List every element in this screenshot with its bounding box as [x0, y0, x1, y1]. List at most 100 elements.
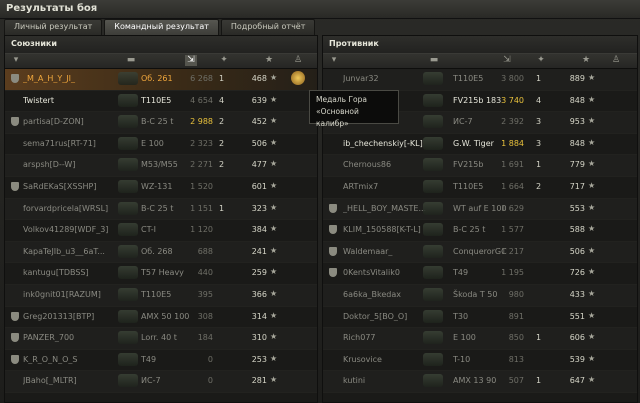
- table-row[interactable]: Greg201313[BTP] AMX 50 100 308 314 ★: [5, 307, 317, 329]
- xp-value: 601: [251, 181, 267, 191]
- tank-name: G.W. Tiger: [453, 138, 494, 148]
- tank-icon: [423, 136, 443, 150]
- star-icon: ★: [588, 202, 596, 212]
- tank-name: B-C 25 t: [141, 203, 174, 213]
- table-row[interactable]: ink0gnit01[RAZUM] T110E5 395 366 ★: [5, 285, 317, 307]
- damage-value: 0: [207, 354, 213, 364]
- tank-name: AMX 13 90: [453, 376, 497, 386]
- tank-sort-icon[interactable]: ▬: [428, 55, 440, 66]
- medal-icon[interactable]: [291, 71, 305, 85]
- tank-name: M53/M55: [141, 160, 178, 170]
- table-row[interactable]: PANZER_700 Lorr. 40 t 184 310 ★: [5, 328, 317, 350]
- xp-value: 848: [569, 95, 585, 105]
- damage-value: 813: [508, 354, 524, 364]
- xp-value: 539: [569, 354, 585, 364]
- star-icon: ★: [588, 73, 596, 82]
- tank-icon: [423, 266, 443, 280]
- medals-sort-icon[interactable]: ♙: [292, 55, 304, 66]
- damage-value: 507: [508, 376, 524, 386]
- damage-sort-icon[interactable]: ⇲: [501, 55, 513, 66]
- damage-value: 1 629: [501, 203, 524, 213]
- xp-value: 848: [569, 138, 585, 148]
- tank-name: B-C 25 t: [453, 225, 486, 235]
- table-row[interactable]: _HELL_BOY_MASTE... WT auf E 100 1 629 553 ★: [323, 199, 637, 221]
- xp-value: 588: [569, 225, 585, 235]
- damage-value: 1 884: [501, 138, 524, 148]
- tank-icon: [118, 93, 138, 107]
- tank-icon: [118, 244, 138, 258]
- star-icon: ★: [270, 332, 278, 342]
- frags-sort-icon[interactable]: ✦: [535, 55, 547, 66]
- table-row[interactable]: KapaTeJIb_u3__6aT... Об. 268 688 241 ★: [5, 242, 317, 264]
- xp-sort-icon[interactable]: ★: [263, 55, 275, 66]
- frags-value: 1: [536, 333, 542, 343]
- xp-value: 259: [251, 268, 267, 278]
- table-row[interactable]: Krusovice T-10 813 539 ★: [323, 350, 637, 372]
- table-row[interactable]: KLIM_150588[K-T-L] B-C 25 t1 577 588 ★: [323, 220, 637, 242]
- medals-sort-icon[interactable]: ♙: [610, 55, 622, 66]
- tank-icon: [423, 287, 443, 301]
- table-row[interactable]: arspsh[D--W] M53/M55 2 271 2 477 ★: [5, 155, 317, 177]
- table-row[interactable]: ib_chechenskiy[-KL] G.W. Tiger 1 884 3 848 ★: [323, 134, 637, 156]
- player-name: ink0gnit01[RAZUM]: [23, 289, 101, 299]
- player-name: JBaho[_MLTR]: [23, 376, 77, 386]
- frags-sort-icon[interactable]: ✦: [218, 55, 230, 66]
- player-name: PANZER_700: [23, 333, 75, 343]
- table-row[interactable]: kantugu[TDBSS] T57 Heavy 440 259 ★: [5, 263, 317, 285]
- platoon-sort-icon[interactable]: ▾: [10, 55, 22, 66]
- table-row[interactable]: forvardpricela[WRSL] B-C 25 t 1 151 1 323 ★: [5, 199, 317, 221]
- damage-value: 1 217: [501, 246, 524, 256]
- table-row[interactable]: Chernous86 FV215b 1 691 1 779 ★: [323, 155, 637, 177]
- tank-icon: [118, 352, 138, 366]
- damage-value: 0: [207, 376, 213, 386]
- tank-icon: [423, 244, 443, 258]
- table-row[interactable]: _M_A_H_Y_JI_ Об. 261 6 268 1 468 ★: [5, 69, 317, 91]
- xp-value: 779: [569, 160, 585, 170]
- tab-team-result[interactable]: Командный результат: [104, 19, 219, 35]
- table-row[interactable]: 6a6ka_Bkedax Škoda T 50 980 433 ★: [323, 285, 637, 307]
- table-row[interactable]: Junvar32 T110E5 3 800 1 889 ★: [323, 69, 637, 91]
- star-icon: ★: [588, 159, 596, 169]
- xp-value: 281: [251, 376, 267, 386]
- tooltip-line-1: Медаль Гора: [316, 95, 367, 104]
- table-row[interactable]: partisa[D-ZON] B-C 25 t 2 988 2 452 ★: [5, 112, 317, 134]
- tab-personal-result[interactable]: Личный результат: [4, 19, 103, 35]
- table-row[interactable]: K_R_O_N_O_S T49 0 253 ★: [5, 350, 317, 372]
- frags-value: 1: [219, 203, 225, 213]
- table-row[interactable]: 0KentsVitalik0 T49 1 195 726 ★: [323, 263, 637, 285]
- tank-name: T30: [453, 311, 469, 321]
- table-row[interactable]: sema71rus[RT-71] E 100 2 323 2 506 ★: [5, 134, 317, 156]
- star-icon: ★: [588, 245, 596, 255]
- tank-sort-icon[interactable]: ▬: [125, 55, 137, 66]
- table-row[interactable]: Rich077 E 100 850 1 606 ★: [323, 328, 637, 350]
- tank-name: CT-I: [141, 225, 156, 235]
- frags-value: 1: [536, 160, 542, 170]
- xp-value: 953: [569, 117, 585, 127]
- platoon-sort-icon[interactable]: ▾: [328, 55, 340, 66]
- damage-value: 1 195: [501, 268, 524, 278]
- damage-value: 4 654: [190, 95, 213, 105]
- damage-sort-icon[interactable]: ⇲: [185, 55, 197, 66]
- tab-detailed-report[interactable]: Подробный отчёт: [220, 19, 316, 35]
- table-row[interactable]: ARTmix7 T110E5 1 664 2 717 ★: [323, 177, 637, 199]
- table-row[interactable]: kutini AMX 13 90 507 1 647 ★: [323, 371, 637, 393]
- table-row[interactable]: Doktor_5[BO_O] T30 891 551 ★: [323, 307, 637, 329]
- tank-name: T110E5: [453, 74, 484, 83]
- platoon-icon: [11, 354, 19, 364]
- xp-value: 726: [569, 268, 585, 278]
- xp-sort-icon[interactable]: ★: [580, 55, 592, 66]
- frags-value: 1: [536, 74, 542, 83]
- table-row[interactable]: SaRdEKaS[XSSHP] WZ-131 1 520 601 ★: [5, 177, 317, 199]
- tank-name: E 100: [453, 333, 476, 343]
- damage-value: 440: [197, 268, 213, 278]
- table-row[interactable]: Waldemaar_ ConquerorGC 1 217 506 ★: [323, 242, 637, 264]
- xp-value: 717: [569, 181, 585, 191]
- table-row[interactable]: Volkov41289[WDF_3] CT-I 1 120 384 ★: [5, 220, 317, 242]
- platoon-icon: [11, 117, 19, 127]
- table-row[interactable]: JBaho[_MLTR] ИС-7 0 281 ★: [5, 371, 317, 393]
- frags-value: 2: [219, 138, 225, 148]
- table-row[interactable]: Twistert T110E5 4 654 4 639 ★: [5, 91, 317, 113]
- tank-name: FV215b: [453, 160, 484, 170]
- allies-title: Союзники: [5, 36, 317, 53]
- xp-value: 639: [251, 95, 267, 105]
